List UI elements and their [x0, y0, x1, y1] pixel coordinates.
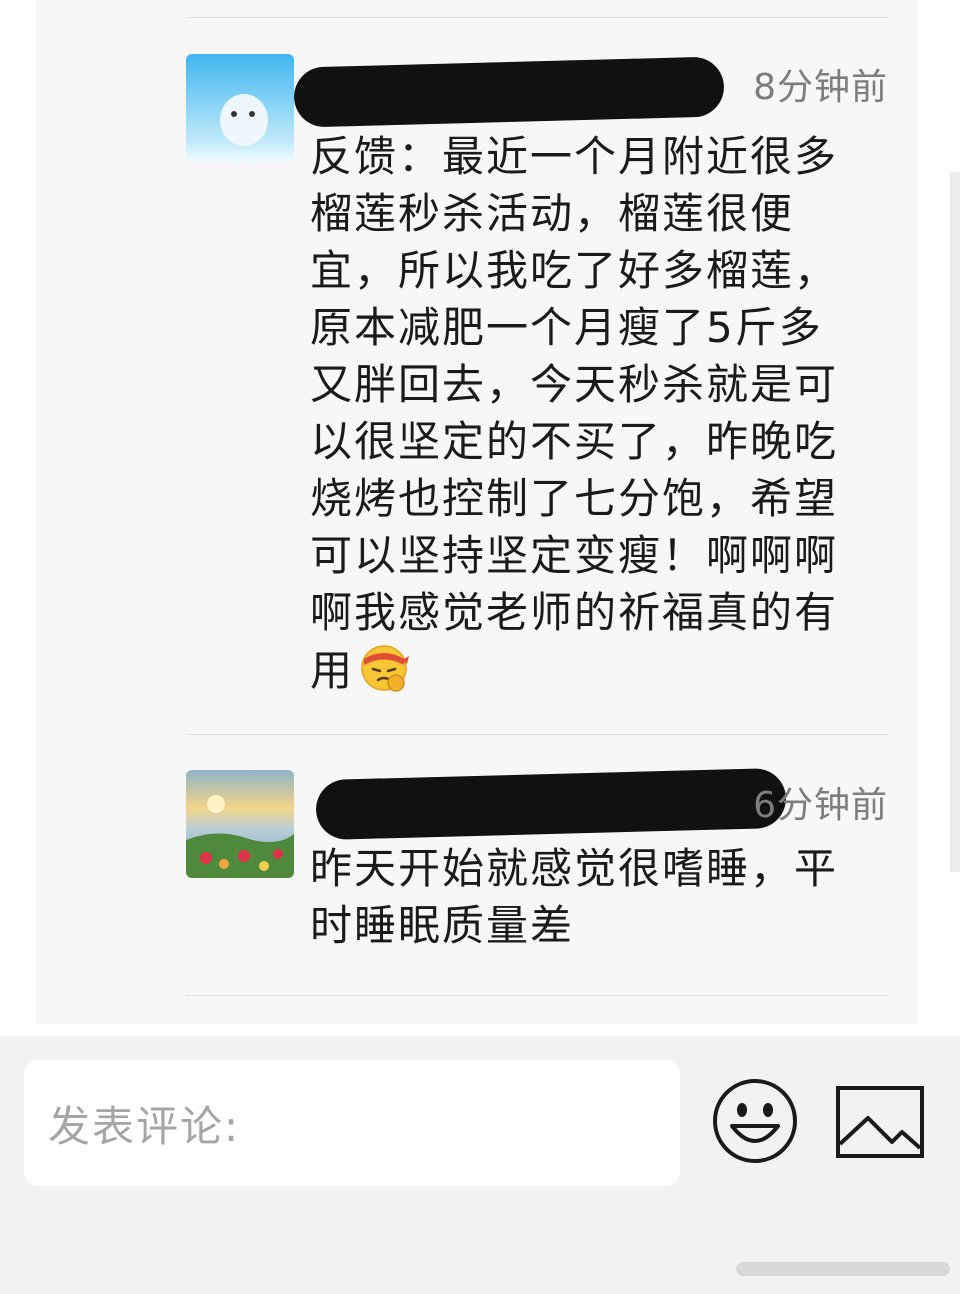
home-indicator [736, 1262, 950, 1276]
avatar[interactable] [186, 770, 294, 878]
comment-composer: 发表评论: [0, 1036, 960, 1294]
divider [186, 734, 888, 735]
comment-input[interactable]: 发表评论: [24, 1060, 680, 1186]
comment-line: 烧烤也控制了七分饱，希望 [310, 474, 839, 523]
comment-line: 可以坚持坚定变瘦！啊啊啊 [310, 531, 839, 580]
determined-face-emoji [358, 641, 410, 693]
comment-line: 以很坚定的不买了，昨晚吃 [310, 417, 839, 466]
smiley-icon[interactable] [712, 1078, 798, 1168]
image-icon[interactable] [836, 1086, 924, 1162]
comment-line: 反馈：最近一个月附近很多 [310, 132, 839, 181]
comment-line: 昨天开始就感觉很嗜睡，平 [310, 844, 839, 893]
scrollbar[interactable] [950, 172, 960, 872]
comment-text: 反馈：最近一个月附近很多 榴莲秒杀活动，榴莲很便 宜，所以我吃了好多榴莲， 原本… [310, 128, 878, 699]
divider [186, 995, 888, 996]
divider [186, 17, 888, 18]
comment-line: 原本减肥一个月瘦了5斤多 [310, 303, 823, 352]
username-redacted[interactable] [315, 767, 787, 841]
comment-timestamp: 6分钟前 [753, 785, 888, 826]
comment-line: 用 [310, 646, 355, 695]
comment-line: 啊我感觉老师的祈福真的有 [310, 588, 839, 637]
username-redacted[interactable] [293, 56, 725, 128]
comment-line: 榴莲秒杀活动，榴莲很便 [310, 189, 795, 238]
comment-last-line: 用 [310, 641, 878, 699]
comment-line: 宜，所以我吃了好多榴莲， [310, 246, 839, 295]
comment-line: 又胖回去，今天秒杀就是可 [310, 360, 839, 409]
comment-timestamp: 8分钟前 [753, 67, 888, 108]
comment-line: 时睡眠质量差 [310, 901, 575, 950]
comment-text: 昨天开始就感觉很嗜睡，平 时睡眠质量差 [310, 840, 878, 954]
avatar[interactable] [186, 54, 294, 162]
